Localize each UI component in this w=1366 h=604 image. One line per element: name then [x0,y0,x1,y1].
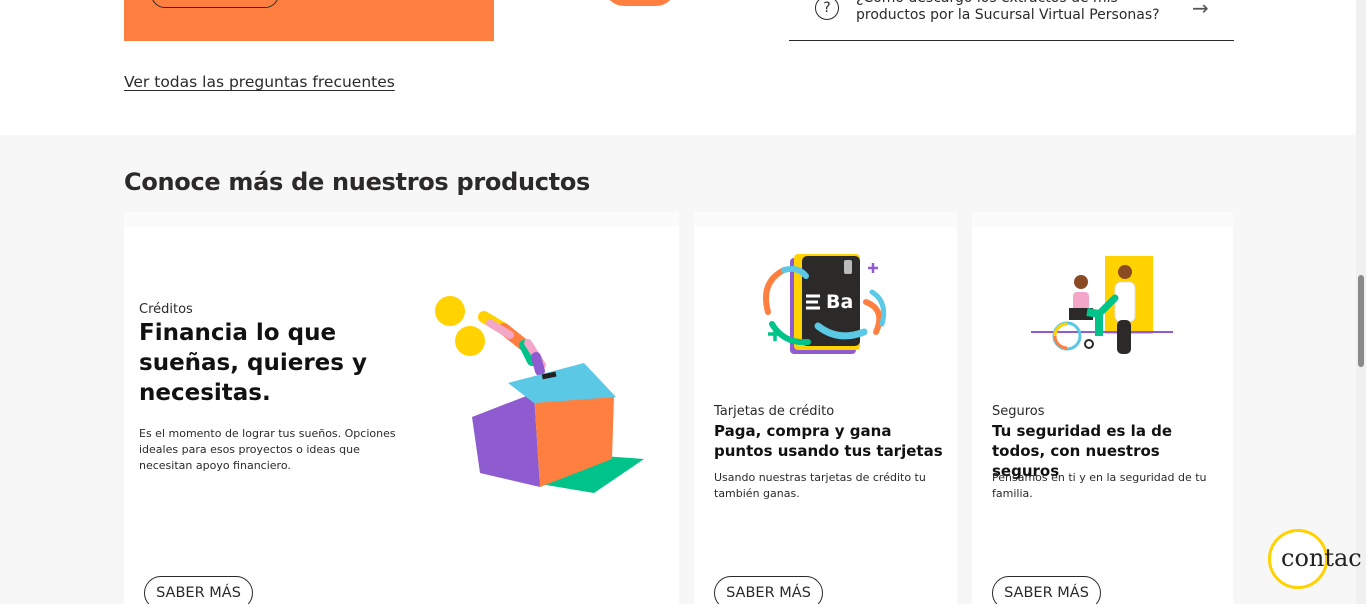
decorative-arc [604,0,676,6]
card-top-strip [124,212,679,227]
card-logo-text: Ba [826,291,853,313]
card-headline: Paga, compra y gana puntos usando tus ta… [714,422,943,460]
piggy-house-illustration [435,296,644,493]
faq-item[interactable]: ? ¿Cómo descargo los extractos de mis pr… [789,0,1234,41]
card-top-strip [694,212,957,227]
faq-section: ? ¿Cómo descargo los extractos de mis pr… [0,0,1356,135]
product-card-tarjetas: Ba Tarjetas de crédito Paga, compra y ga… [694,227,957,604]
card-description: Pensamos en ti y en la seguridad de tu f… [992,471,1207,500]
scrollbar-thumb[interactable] [1358,275,1364,367]
product-card-creditos: Créditos Financia lo que sueñas, quieres… [124,227,679,604]
saber-mas-button[interactable]: SABER MÁS [714,576,823,604]
products-section-title: Conoce más de nuestros productos [124,168,591,196]
credit-card-illustration: Ba [763,254,887,354]
view-all-faq-link[interactable]: Ver todas las preguntas frecuentes [124,73,395,91]
insurance-illustration [1031,256,1173,354]
question-icon: ? [815,0,839,20]
card-description: Usando nuestras tarjetas de crédito tu t… [714,471,926,500]
card-eyebrow: Tarjetas de crédito [714,404,835,419]
card-headline: Financia lo que sueñas, quieres y necesi… [139,320,367,406]
arrow-right-icon[interactable]: → [1192,0,1209,20]
faq-question-text: ¿Cómo descargo los extractos de mis prod… [856,0,1160,23]
contact-chat-label[interactable]: contac [1281,544,1362,572]
card-top-strip [972,212,1233,227]
card-eyebrow: Seguros [992,404,1045,419]
card-eyebrow: Créditos [139,302,193,317]
saber-mas-button[interactable]: SABER MÁS [144,576,253,604]
saber-mas-button[interactable]: SABER MÁS [992,576,1101,604]
page-scrollbar[interactable] [1356,0,1366,604]
promo-button[interactable] [151,0,279,8]
product-card-seguros: Seguros Tu seguridad es la de todos, con… [972,227,1233,604]
card-description: Es el momento de lograr tus sueños. Opci… [139,427,396,472]
promo-banner [124,0,494,41]
